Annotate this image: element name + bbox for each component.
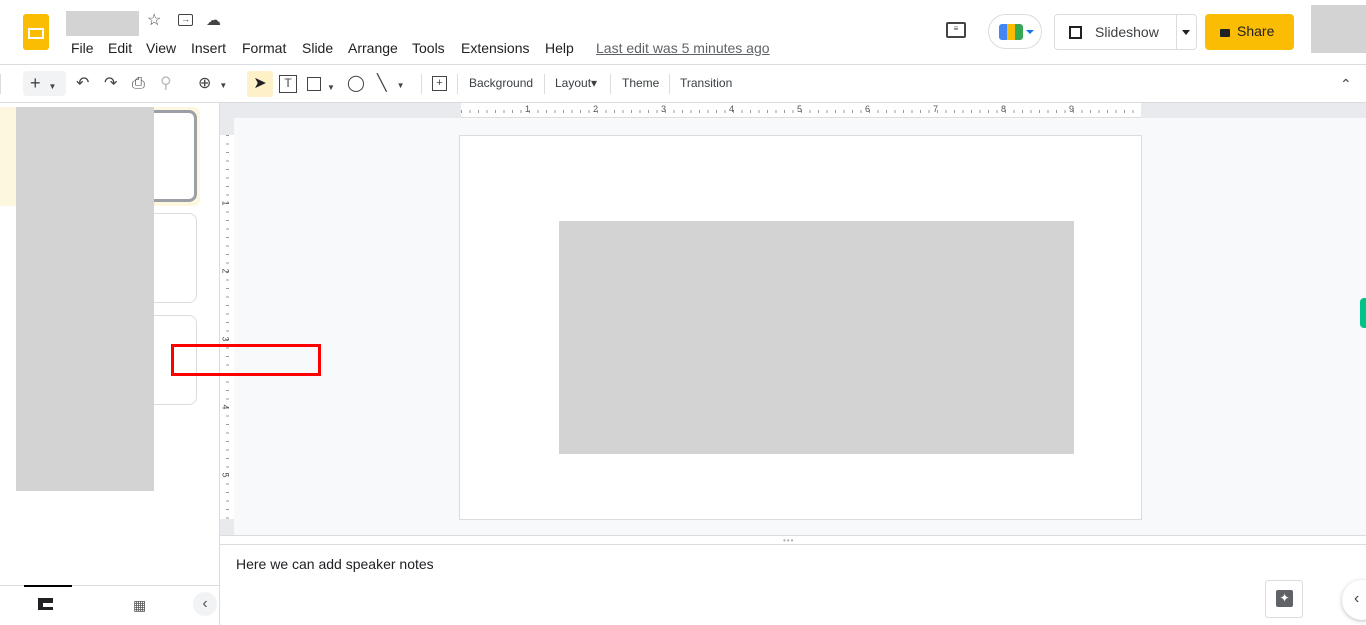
- meet-icon: [999, 24, 1023, 40]
- undo-icon[interactable]: ↶: [76, 76, 89, 92]
- sparkle-icon: ✦: [1276, 590, 1293, 607]
- side-panel-tab[interactable]: [1360, 298, 1366, 328]
- redacted-thumbnails: [16, 107, 154, 491]
- slides-logo[interactable]: [23, 14, 49, 50]
- ruler-tick-label: 1: [525, 104, 531, 114]
- image-icon[interactable]: [307, 77, 321, 91]
- zoom-icon[interactable]: ⊕ ▼: [198, 76, 227, 94]
- layout-label: Layout: [555, 76, 592, 90]
- comments-icon[interactable]: ≡: [946, 22, 966, 38]
- menu-file[interactable]: File: [71, 40, 94, 56]
- paint-format-icon[interactable]: ⚲: [160, 76, 172, 92]
- filmstrip-view-icon[interactable]: [38, 598, 53, 610]
- star-icon[interactable]: ☆: [147, 13, 161, 29]
- menu-help[interactable]: Help: [545, 40, 574, 56]
- move-folder-icon[interactable]: →: [178, 14, 193, 26]
- present-icon: [1069, 26, 1082, 39]
- ruler-tick-label: 6: [865, 104, 871, 114]
- ruler-tick-label: 3: [220, 336, 231, 342]
- highlight-box: [171, 344, 321, 376]
- ruler-tick-label: 7: [933, 104, 939, 114]
- horizontal-ruler[interactable]: [220, 103, 1366, 118]
- document-title[interactable]: [66, 11, 139, 36]
- menu-arrange[interactable]: Arrange: [348, 40, 398, 56]
- redo-icon[interactable]: ↷: [104, 76, 117, 92]
- theme-button[interactable]: Theme: [622, 76, 659, 90]
- line-icon[interactable]: ╲ ▼: [377, 76, 405, 94]
- redacted-content: [559, 221, 1074, 454]
- share-button[interactable]: Share: [1205, 14, 1294, 50]
- menu-format[interactable]: Format: [242, 40, 286, 56]
- ruler-tick-label: 2: [593, 104, 599, 114]
- lock-icon: [1220, 29, 1230, 37]
- select-tool[interactable]: ➤: [247, 71, 273, 97]
- ruler-tick-label: 5: [220, 472, 231, 478]
- ruler-tick-label: 4: [729, 104, 735, 114]
- share-label: Share: [1237, 23, 1275, 39]
- menu-view[interactable]: View: [146, 40, 176, 56]
- text-box-icon[interactable]: T: [279, 75, 297, 93]
- slideshow-button[interactable]: Slideshow: [1054, 14, 1197, 50]
- ruler-tick-label: 9: [1069, 104, 1075, 114]
- speaker-notes[interactable]: Here we can add speaker notes: [236, 556, 434, 572]
- menu-extensions[interactable]: Extensions: [461, 40, 529, 56]
- ruler-tick-label: 5: [797, 104, 803, 114]
- chevron-down-icon[interactable]: ▼: [327, 80, 335, 96]
- ruler-tick-label: 4: [220, 404, 231, 410]
- menu-slide[interactable]: Slide: [302, 40, 333, 56]
- print-icon[interactable]: ⎙: [132, 76, 145, 92]
- collapse-filmstrip-button[interactable]: ‹: [193, 592, 217, 616]
- menu-edit[interactable]: Edit: [108, 40, 132, 56]
- gemini-button[interactable]: ✦: [1265, 580, 1303, 618]
- background-button[interactable]: Background: [469, 76, 533, 90]
- add-comment-icon[interactable]: +: [432, 76, 447, 91]
- ruler-tick-label: 1: [220, 200, 231, 206]
- layout-button[interactable]: Layout▾: [555, 76, 597, 90]
- expand-side-panel-button[interactable]: ‹: [1342, 580, 1366, 620]
- slideshow-dropdown[interactable]: [1182, 30, 1190, 35]
- slide-canvas[interactable]: [459, 135, 1142, 520]
- grid-view-icon[interactable]: ▦: [133, 597, 146, 613]
- ruler-tick-label: 2: [220, 268, 231, 274]
- menu-insert[interactable]: Insert: [191, 40, 226, 56]
- ruler-tick-label: 8: [1001, 104, 1007, 114]
- last-edit-link[interactable]: Last edit was 5 minutes ago: [596, 40, 770, 56]
- transition-button[interactable]: Transition: [680, 76, 732, 90]
- chevron-down-icon: [1026, 30, 1034, 34]
- avatar[interactable]: [1311, 5, 1366, 53]
- cloud-saved-icon[interactable]: ☁: [206, 13, 221, 29]
- collapse-toolbar-icon[interactable]: ⌃: [1340, 76, 1352, 92]
- new-slide-button[interactable]: + ▼: [23, 71, 66, 96]
- slideshow-label: Slideshow: [1095, 24, 1159, 40]
- menu-tools[interactable]: Tools: [412, 40, 445, 56]
- shape-icon[interactable]: ◯: [347, 76, 365, 92]
- ruler-tick-label: 3: [661, 104, 667, 114]
- meet-button[interactable]: [988, 14, 1042, 49]
